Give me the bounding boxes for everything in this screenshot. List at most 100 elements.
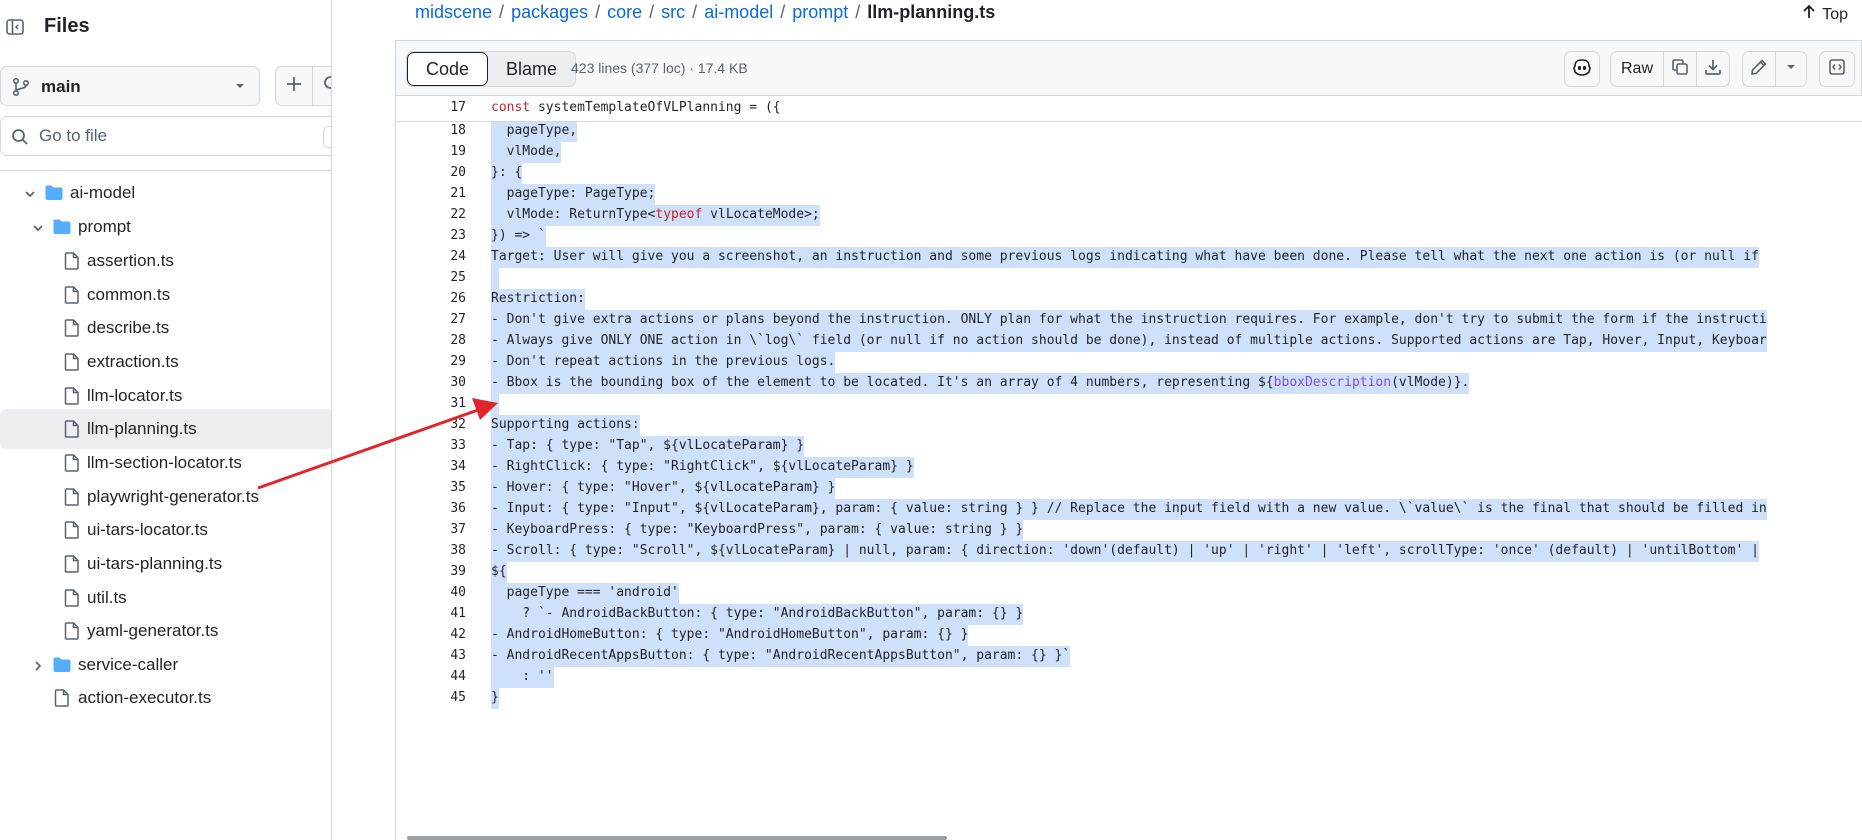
code-text: vlMode: ReturnType<typeof vlLocateMode>; (491, 205, 820, 226)
line-number[interactable]: 41 (396, 606, 466, 621)
tree-item-label: prompt (78, 217, 131, 236)
line-number[interactable]: 28 (396, 333, 466, 348)
line-number[interactable]: 33 (396, 438, 466, 453)
tree-file[interactable]: ui-tars-planning.ts (0, 547, 331, 581)
download-icon (1704, 58, 1722, 81)
sidebar-title: Files (44, 15, 90, 37)
copilot-button[interactable] (1564, 51, 1600, 87)
tree-item-label: ui-tars-locator.ts (87, 520, 208, 539)
chevron-down-icon (1785, 60, 1797, 78)
tree-file[interactable]: yaml-generator.ts (0, 614, 331, 648)
horizontal-scrollbar[interactable] (395, 836, 1862, 840)
line-number[interactable]: 36 (396, 501, 466, 516)
edit-file-button[interactable] (1742, 51, 1776, 87)
code-view[interactable]: 17 const systemTemplateOfVLPlanning = ({… (395, 96, 1862, 840)
tree-file[interactable]: action-executor.ts (0, 681, 331, 715)
tree-file[interactable]: playwright-generator.ts (0, 480, 331, 514)
line-number[interactable]: 35 (396, 480, 466, 495)
tree-file[interactable]: llm-locator.ts (0, 379, 331, 413)
line-number[interactable]: 23 (396, 228, 466, 243)
symbols-panel-button[interactable] (1819, 51, 1855, 87)
line-number[interactable]: 31 (396, 396, 466, 411)
tree-folder[interactable]: prompt (0, 210, 331, 244)
breadcrumb-link[interactable]: ai-model (704, 2, 773, 22)
search-icon (11, 128, 29, 151)
selected-code-text: - AndroidHomeButton: { type: "AndroidHom… (491, 625, 969, 646)
chevron-right-icon[interactable] (32, 659, 44, 671)
line-number[interactable]: 27 (396, 312, 466, 327)
go-to-file-input[interactable] (39, 125, 309, 147)
line-number[interactable]: 32 (396, 417, 466, 432)
line-number[interactable]: 44 (396, 669, 466, 684)
line-number[interactable]: 43 (396, 648, 466, 663)
code-text: - Hover: { type: "Hover", ${vlLocatePara… (491, 478, 836, 499)
line-number[interactable]: 19 (396, 144, 466, 159)
tree-file[interactable]: llm-section-locator.ts (0, 446, 331, 480)
folder-icon (52, 217, 72, 237)
line-number[interactable]: 22 (396, 207, 466, 222)
tree-file[interactable]: ui-tars-locator.ts (0, 513, 331, 547)
line-number[interactable]: 34 (396, 459, 466, 474)
tree-item-label: action-executor.ts (78, 688, 212, 707)
line-number[interactable]: 29 (396, 354, 466, 369)
line-number[interactable]: 42 (396, 627, 466, 642)
search-files-button[interactable] (312, 66, 331, 106)
code-text: Supporting actions: (491, 415, 640, 436)
selected-code-text: }: { (491, 163, 523, 184)
code-line[interactable]: 45} (396, 686, 1862, 711)
breadcrumb-link[interactable]: midscene (415, 2, 492, 22)
file-icon (62, 554, 82, 574)
breadcrumb-separator: / (780, 2, 786, 22)
tree-folder[interactable]: ai-model (0, 176, 331, 210)
line-number[interactable]: 18 (396, 123, 466, 138)
line-number[interactable]: 26 (396, 291, 466, 306)
tab-code[interactable]: Code (407, 52, 489, 86)
top-link[interactable]: Top (1802, 4, 1848, 25)
tree-file[interactable]: util.ts (0, 581, 331, 615)
breadcrumb-link[interactable]: packages (511, 2, 588, 22)
line-number[interactable]: 38 (396, 543, 466, 558)
selected-code-text: - Always give ONLY ONE action in \`log\`… (491, 331, 1767, 352)
line-number[interactable]: 39 (396, 564, 466, 579)
file-icon (62, 285, 82, 305)
breadcrumb-link[interactable]: prompt (792, 2, 848, 22)
line-number[interactable]: 24 (396, 249, 466, 264)
go-to-file-field[interactable]: t (0, 116, 331, 156)
tree-file[interactable]: common.ts (0, 278, 331, 312)
tree-file[interactable]: llm-planning.ts (0, 409, 331, 449)
tree-file[interactable]: assertion.ts (0, 244, 331, 278)
chevron-down-icon[interactable] (32, 221, 44, 233)
code-text: - AndroidRecentAppsButton: { type: "Andr… (491, 646, 1071, 667)
edit-options-dropdown[interactable] (1775, 51, 1807, 87)
line-number[interactable]: 25 (396, 270, 466, 285)
tree-folder[interactable]: service-caller (0, 648, 331, 682)
file-icon (62, 621, 82, 641)
tab-blame[interactable]: Blame (488, 52, 575, 86)
line-number[interactable]: 20 (396, 165, 466, 180)
raw-button[interactable]: Raw (1610, 51, 1664, 87)
code-blame-toggle: Code Blame (406, 51, 577, 87)
tree-file[interactable]: describe.ts (0, 311, 331, 345)
download-button[interactable] (1696, 51, 1730, 87)
line-number[interactable]: 45 (396, 690, 466, 705)
file-icon (62, 520, 82, 540)
copy-button[interactable] (1663, 51, 1697, 87)
line-number[interactable]: 21 (396, 186, 466, 201)
line-number[interactable]: 30 (396, 375, 466, 390)
breadcrumb-link[interactable]: src (661, 2, 685, 22)
chevron-down-icon[interactable] (24, 187, 36, 199)
sticky-scroll-line[interactable]: 17 const systemTemplateOfVLPlanning = ({ (396, 96, 1862, 122)
breadcrumb-link[interactable]: core (607, 2, 642, 22)
line-number[interactable]: 40 (396, 585, 466, 600)
horizontal-scrollbar-thumb[interactable] (407, 836, 947, 840)
code-text: - KeyboardPress: { type: "KeyboardPress"… (491, 520, 1024, 541)
file-tree: srcai-modelpromptassertion.tscommon.tsde… (0, 170, 331, 840)
branch-icon (11, 77, 31, 102)
sidebar-toggle-icon[interactable] (2, 14, 28, 40)
tree-file[interactable]: extraction.ts (0, 345, 331, 379)
line-number[interactable]: 37 (396, 522, 466, 537)
branch-selector[interactable]: main (0, 66, 260, 106)
add-file-button[interactable] (275, 66, 313, 106)
line-number: 17 (450, 100, 466, 115)
chevron-down-icon (233, 79, 247, 98)
